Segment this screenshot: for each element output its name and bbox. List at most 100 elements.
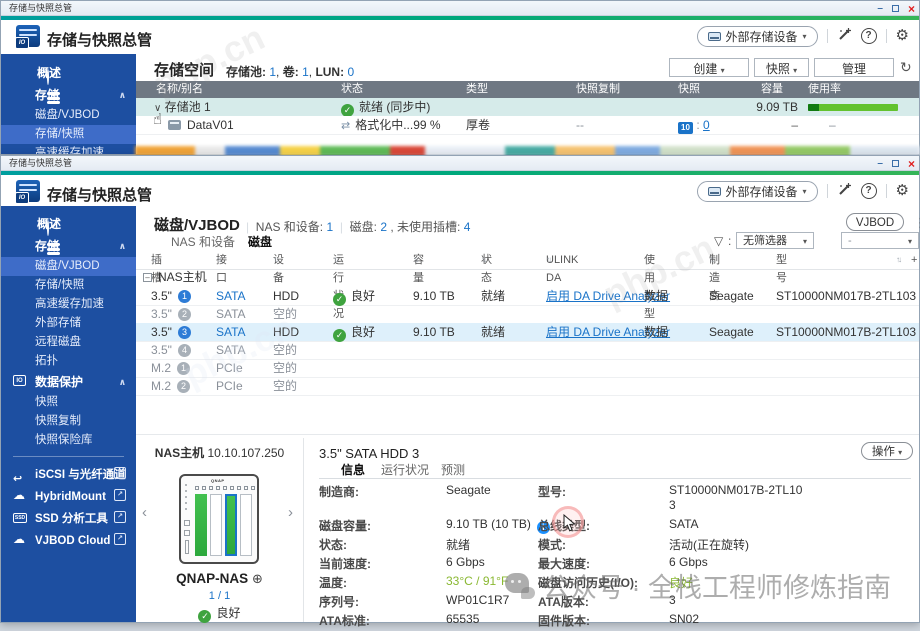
sidebar-item-remote-disk[interactable]: 远程磁盘 [1,333,136,352]
add-column-icon[interactable]: + [911,251,917,269]
collapse-group-icon[interactable]: – [143,273,152,282]
collapse-caret-icon[interactable]: ∧ [119,371,126,393]
snapshot-button[interactable]: 快照 ▾ [754,58,809,77]
disk-group-row[interactable]: – NAS主机 [136,269,919,286]
external-device-icon [708,32,721,41]
window1-titlebar[interactable]: 存储与快照总管 – × [1,1,919,16]
sidebar-item-vjbod-cloud[interactable]: ☁ VJBOD Cloud ↗ [1,529,136,551]
tab-disks[interactable]: 磁盘 [248,233,272,253]
minimize-button[interactable]: – [877,159,883,169]
column-status[interactable]: 状态 [341,81,363,98]
sort-icon: ↑↓ [273,251,277,269]
carousel-left-icon[interactable]: ‹ [142,504,147,521]
sidebar-item-storage-snapshots[interactable]: 存储/快照 [1,276,136,295]
window1-sidebar: 概述 存储 ∧ 磁盘/VJBOD 存储/快照 高速缓存加速 [1,54,136,154]
sidebar-item-storage[interactable]: 存储 ∧ [1,235,136,257]
sort-icon[interactable]: ↑↓ [896,251,900,269]
column-usage[interactable]: 使用率 [808,81,841,98]
close-button[interactable]: × [908,159,915,169]
snapshot-count-link[interactable]: 0 [703,118,710,132]
field-label: 当前速度: [319,555,446,574]
help-icon[interactable]: ? [861,183,877,199]
slot-badge: 3 [178,326,191,339]
sidebar-item-snapshot[interactable]: 快照 [1,393,136,412]
maximize-button[interactable] [892,160,899,167]
nas-enclosure-image[interactable]: QNAP [179,474,259,564]
refresh-icon[interactable]: ↻ [900,59,912,76]
group-label: NAS主机 [158,269,207,286]
settings-gear-icon[interactable]: ⚙ [896,28,909,44]
mouse-cursor-arrow [563,514,576,538]
zoom-magnifier-icon[interactable]: ⊕ [252,571,263,586]
nas-bay-1-occupied[interactable] [195,494,207,556]
sidebar-item-disks-vjbod[interactable]: 磁盘/VJBOD [1,106,136,125]
sidebar-item-ssd-tool[interactable]: SSD SSD 分析工具 ↗ [1,507,136,529]
field-value: 活动(正在旋转) [669,536,913,555]
action-button[interactable]: 操作 ▾ [861,442,913,460]
external-storage-device-button[interactable]: 外部存储设备 ▾ [697,181,818,202]
detail-tab-info[interactable]: 信息 [341,461,365,478]
field-label: 磁盘容量: [319,517,446,536]
sidebar-divider [13,456,124,457]
sidebar-item-cache-acceleration[interactable]: 高速缓存加速 [1,144,136,154]
nas-bay-3-selected[interactable] [225,494,237,556]
disk-row-6[interactable]: M.22 PCIe 空的 [136,377,919,396]
sidebar-item-overview[interactable]: 概述 [1,62,136,84]
column-capacity[interactable]: 容量 [761,81,783,98]
collapse-caret-icon[interactable]: ∧ [119,235,126,257]
sidebar-item-disks-vjbod[interactable]: 磁盘/VJBOD [1,257,136,276]
toolbar-divider [827,29,828,43]
vjbod-menu-button[interactable]: VJBOD ▾ [846,213,904,231]
minimize-button[interactable]: – [877,4,883,14]
assistant-wand-icon[interactable] [837,27,852,46]
filter-value-select[interactable]: -▾ [841,232,919,249]
field-label: ATA标准: [319,612,446,631]
external-link-icon: ↗ [114,489,126,501]
nas-bay-2-empty[interactable] [210,494,222,556]
carousel-right-icon[interactable]: › [288,504,293,521]
pool-row[interactable]: ∨ 存储池 1 ✓就绪 (同步中) 9.09 TB [136,98,919,117]
column-snapshot-replica[interactable]: 快照复制 [576,81,620,98]
sidebar-item-storage-snapshots[interactable]: 存储/快照 [1,125,136,144]
sidebar-item-storage[interactable]: 存储 ∧ [1,84,136,106]
column-type[interactable]: 类型 [466,81,488,98]
sidebar-item-external-storage[interactable]: 外部存储 [1,314,136,333]
window2-titlebar-title: 存储与快照总管 [9,158,72,168]
sidebar-item-iscsi-fc[interactable]: ↩ iSCSI 与光纤通道 ↗ [1,463,136,485]
tab-nas-and-devices[interactable]: NAS 和设备 [171,233,235,251]
external-link-icon: ↗ [114,511,126,523]
filter-icon[interactable]: ▽ [714,234,723,248]
volume-usage: – [829,116,836,134]
slot-badge: 2 [178,308,191,321]
volume-snapshot-replica: -- [576,116,584,134]
column-snapshot[interactable]: 快照 [678,81,700,98]
sidebar-item-data-protection[interactable]: IO 数据保护 ∧ [1,371,136,393]
sidebar-item-cache-acceleration[interactable]: 高速缓存加速 [1,295,136,314]
chevron-down-icon: ▾ [803,234,807,250]
assistant-wand-icon[interactable] [837,182,852,201]
snapshot-badge-icon: 10 [678,122,693,134]
sidebar-item-overview[interactable]: 概述 [1,213,136,235]
maximize-button[interactable] [892,5,899,12]
volume-row[interactable]: DataV01 ⇄格式化中...99 % 厚卷 -- 10 : 0 – – [136,116,919,135]
window-disks-vjbod: 存储与快照总管 – × IO 存储与快照总管 外部存储设备 ▾ ? ⚙ [0,155,920,623]
more-menu-icon[interactable]: ⋮ [914,215,920,231]
sidebar-item-snapshot-vault[interactable]: 快照保险库 [1,431,136,450]
sidebar-item-hybridmount[interactable]: ☁ HybridMount ↗ [1,485,136,507]
filter-select[interactable]: 无筛选器▾ [736,232,814,249]
sidebar-item-topology[interactable]: 拓扑 [1,352,136,371]
settings-gear-icon[interactable]: ⚙ [896,183,909,199]
nas-brand-label: QNAP [211,478,225,483]
help-icon[interactable]: ? [861,28,877,44]
disk-row-1[interactable]: 3.5"1 SATA HDD ✓良好 9.10 TB 就绪 启用 DA Driv… [136,287,919,306]
external-storage-device-button[interactable]: 外部存储设备 ▾ [697,26,818,47]
detail-tab-health[interactable]: 运行状况 [381,461,429,478]
detail-tab-prediction[interactable]: 预测 [441,461,465,478]
nas-bay-4-empty[interactable] [240,494,252,556]
collapse-caret-icon[interactable]: ∧ [119,84,126,106]
sidebar-item-snapshot-replica[interactable]: 快照复制 [1,412,136,431]
window2-titlebar[interactable]: 存储与快照总管 – × [1,156,919,171]
close-button[interactable]: × [908,4,915,14]
manage-button[interactable]: 管理 [814,58,894,77]
create-button[interactable]: 创建 ▾ [669,58,749,77]
